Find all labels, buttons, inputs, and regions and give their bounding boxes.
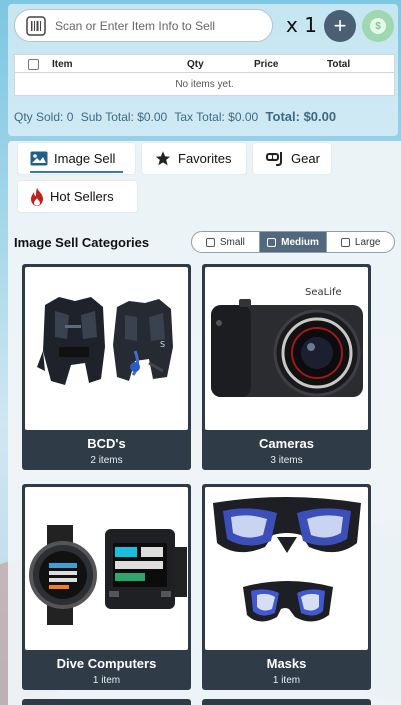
bcd-image: S [25, 267, 188, 430]
barcode-icon[interactable] [25, 15, 47, 37]
dollar-icon: $ [370, 18, 386, 34]
category-name: Dive Computers [56, 656, 157, 671]
scan-input[interactable] [55, 18, 265, 33]
size-large-option[interactable]: Large [327, 232, 394, 252]
tab-hot-sellers[interactable]: Hot Sellers [18, 181, 137, 212]
column-qty[interactable]: Qty [187, 59, 204, 70]
tab-label: Image Sell [54, 151, 116, 166]
size-label: Medium [281, 236, 319, 248]
pay-button[interactable]: $ [362, 10, 394, 42]
flame-icon [30, 187, 44, 206]
category-card-dive-computers[interactable]: Dive Computers 1 item [22, 484, 191, 690]
tab-gear[interactable]: Gear [253, 143, 331, 174]
cart-table: Item Qty Price Total No items yet. [14, 54, 395, 96]
category-card-masks[interactable]: Masks 1 item [202, 484, 371, 690]
gear-diving-icon [265, 151, 285, 167]
scan-field[interactable] [14, 9, 273, 42]
tab-label: Favorites [178, 151, 232, 166]
size-label: Small [219, 236, 245, 248]
category-name: Cameras [259, 436, 314, 451]
column-price[interactable]: Price [254, 59, 278, 70]
next-row-card-peek [202, 699, 371, 705]
checkbox-icon [267, 237, 277, 247]
checkbox-icon [205, 237, 215, 247]
image-icon [30, 151, 48, 166]
svg-text:S: S [160, 340, 165, 349]
grand-total: Total: $0.00 [265, 109, 337, 124]
category-card-cameras[interactable]: SeaLife Cameras 3 items [202, 264, 371, 470]
tax-total: Tax Total: $0.00 [174, 110, 259, 124]
plus-icon: + [333, 13, 347, 38]
tab-label: Hot Sellers [50, 189, 114, 204]
select-all-checkbox[interactable] [28, 59, 39, 70]
cart-table-header: Item Qty Price Total [15, 55, 394, 73]
dive-computer-image [25, 487, 188, 650]
camera-image: SeaLife [205, 267, 368, 430]
category-card-bcds[interactable]: S BCD's 2 items [22, 264, 191, 470]
tab-image-sell[interactable]: Image Sell [18, 143, 135, 174]
category-count: 2 items [90, 455, 123, 466]
card-size-toggle[interactable]: Small Medium Large [191, 231, 395, 253]
sub-total: Sub Total: $0.00 [80, 110, 168, 124]
qty-sold: Qty Sold: 0 [14, 110, 74, 124]
column-total[interactable]: Total [327, 59, 350, 70]
categories-title: Image Sell Categories [14, 235, 150, 250]
category-count: 1 item [272, 675, 301, 686]
mask-image [205, 487, 368, 650]
category-count: 3 items [270, 455, 303, 466]
add-item-button[interactable]: + [324, 10, 356, 42]
camera-brand-text: SeaLife [305, 287, 342, 298]
size-medium-option[interactable]: Medium [259, 232, 328, 252]
size-label: Large [354, 236, 381, 248]
size-small-option[interactable]: Small [192, 232, 260, 252]
checkbox-icon [340, 237, 350, 247]
tab-label: Gear [291, 151, 320, 166]
quantity-multiplier[interactable]: x 1 [286, 13, 317, 37]
totals-bar: Qty Sold: 0 Sub Total: $0.00 Tax Total: … [14, 109, 399, 124]
column-item[interactable]: Item [52, 59, 73, 70]
tab-favorites[interactable]: Favorites [142, 143, 246, 174]
category-name: BCD's [87, 436, 126, 451]
category-name: Masks [266, 656, 307, 671]
next-row-card-peek [22, 699, 191, 705]
category-count: 1 item [92, 675, 121, 686]
star-icon [154, 150, 172, 167]
empty-cart-message: No items yet. [175, 79, 234, 90]
